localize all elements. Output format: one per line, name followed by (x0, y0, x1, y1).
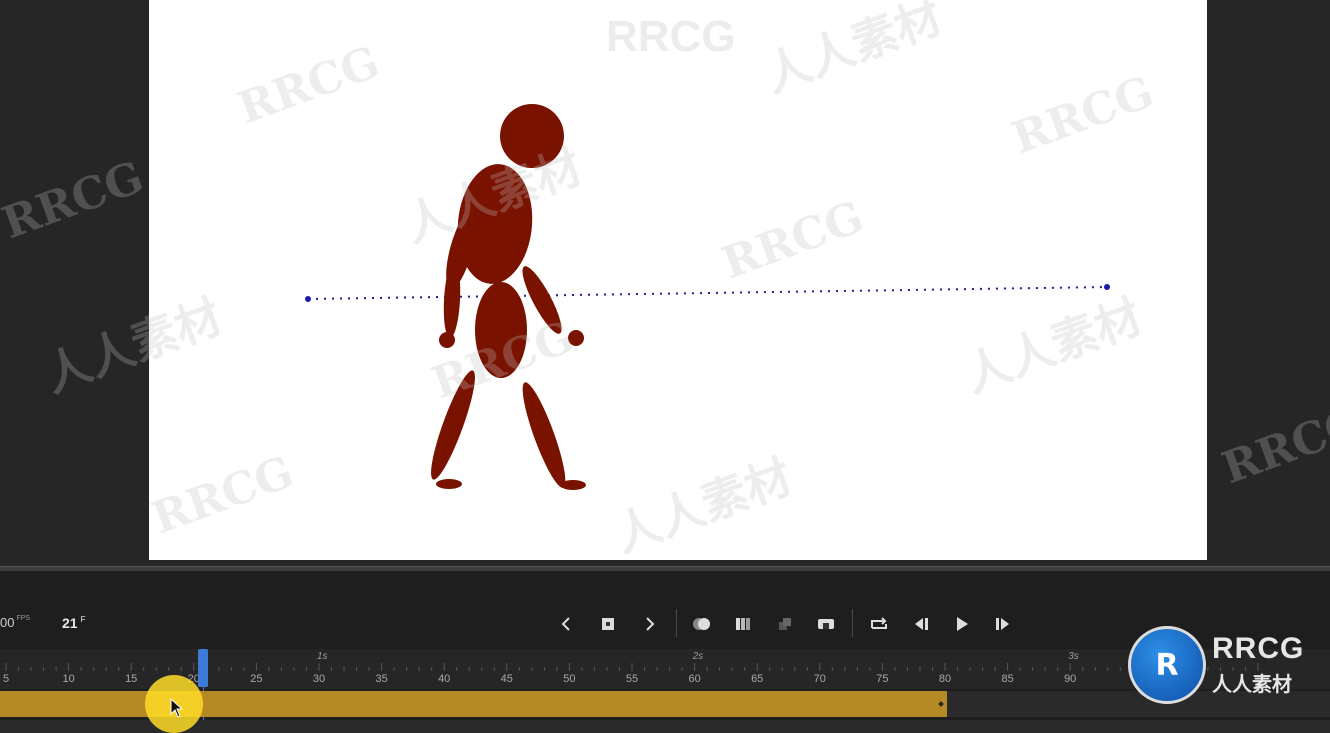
ruler-tick-label: 50 (563, 673, 576, 685)
playhead[interactable] (198, 649, 209, 720)
ruler-tick-label: 85 (1001, 673, 1014, 685)
ruler-tick-label: 60 (688, 673, 701, 685)
fps-readout[interactable]: 00 FPS (0, 615, 30, 630)
ruler-tick-label: 70 (813, 673, 826, 685)
walking-figure[interactable] (424, 104, 586, 491)
stage-artwork (305, 104, 1110, 491)
watermark-logo: R RRCG 人人素材 (1126, 624, 1326, 704)
mouse-cursor-icon (170, 698, 184, 718)
onion-skin-icon[interactable] (691, 613, 713, 635)
ruler-second-label: 1s (317, 651, 328, 662)
ruler-tick-label: 10 (62, 673, 75, 685)
watermark-text: RRCG (1215, 396, 1330, 495)
keyframe-marker[interactable] (938, 701, 944, 707)
ruler-tick-label: 25 (250, 673, 263, 685)
step-back-icon[interactable] (910, 613, 932, 635)
logo-subtitle: 人人素材 (1212, 672, 1292, 696)
play-icon[interactable] (951, 613, 973, 635)
logo-mark-letter: R (1155, 647, 1179, 683)
ruler-tick-label: 15 (125, 673, 138, 685)
fps-value: 00 (0, 615, 15, 630)
logo-mark: R (1128, 626, 1206, 704)
center-icon[interactable] (774, 613, 796, 635)
ruler-tick-label: 40 (438, 673, 451, 685)
watermark-text: RRCG (0, 151, 151, 250)
ruler-tick-label: 80 (938, 673, 952, 685)
keyframe-icon[interactable] (597, 613, 619, 635)
ruler-tick-label: 35 (375, 673, 388, 685)
ruler-tick-label: 30 (312, 673, 326, 685)
ruler-second-label: 3s (1068, 651, 1079, 662)
multi-frame-icon[interactable] (732, 613, 754, 635)
camera-icon[interactable] (815, 613, 837, 635)
current-frame-value: 21 (62, 615, 78, 631)
logo-brand: RRCG (1212, 632, 1305, 665)
chevron-left-icon[interactable] (555, 613, 577, 635)
divider (852, 609, 853, 637)
stage-area: RRCG RRCG 人人素材 RRCG 人人素材 RRCG 人人素材 人人素材 … (0, 0, 1330, 566)
chevron-right-icon[interactable] (639, 613, 661, 635)
ruler-tick-label: 65 (751, 673, 764, 685)
step-forward-icon[interactable] (992, 613, 1014, 635)
stage-canvas[interactable] (149, 0, 1207, 560)
ruler-tick-label: 75 (876, 673, 889, 685)
playhead-grip[interactable] (198, 649, 209, 687)
ruler-tick-label: 5 (2, 673, 10, 685)
ruler-tick-label: 55 (625, 673, 639, 685)
divider (676, 609, 677, 637)
loop-icon[interactable] (868, 613, 890, 635)
ruler-tick-label: 45 (500, 673, 513, 685)
fps-unit: FPS (16, 615, 31, 622)
motion-path[interactable] (305, 284, 1110, 302)
ruler-second-label: 2s (692, 651, 704, 662)
current-frame-readout[interactable]: 21 F (62, 615, 85, 631)
ruler-tick-label: 90 (1064, 673, 1077, 685)
frame-unit: F (80, 615, 86, 624)
layer-frame-span[interactable] (0, 691, 947, 717)
